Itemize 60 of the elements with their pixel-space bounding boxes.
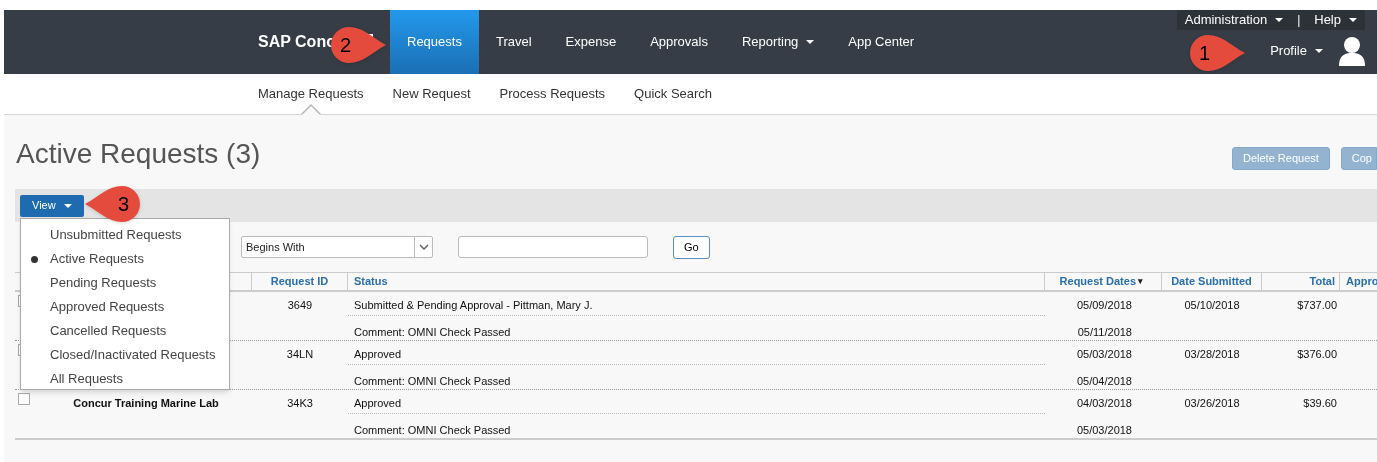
table-cell: 34LN <box>286 348 314 360</box>
table-cell: 34K3 <box>287 397 313 409</box>
table-cell: 3649 <box>287 299 313 311</box>
nav-tab[interactable]: Approvals <box>633 10 725 74</box>
menu-item[interactable]: Closed/Inactivated Requests <box>21 343 229 367</box>
page-title: Active Requests (3) <box>16 137 261 171</box>
menu-item[interactable]: Approved Requests <box>21 295 229 319</box>
profile-menu[interactable]: Profile <box>1270 41 1323 61</box>
column-header[interactable]: Total <box>1262 273 1340 290</box>
caret-icon <box>1349 18 1357 22</box>
table-cell: 05/03/2018 <box>1076 348 1132 360</box>
table-cell: 05/11/2018 <box>1077 326 1132 338</box>
checkbox[interactable] <box>18 393 30 405</box>
caret-icon <box>806 40 815 44</box>
column-header[interactable]: Request Dates ▾ <box>1045 273 1162 290</box>
table-cell: 05/09/2018 <box>1076 299 1132 311</box>
menu-item[interactable]: All Requests <box>21 367 229 391</box>
menu-item[interactable]: Pending Requests <box>21 271 229 295</box>
caret-icon <box>63 203 72 208</box>
table-cell: Approved <box>354 348 402 360</box>
nav-tab[interactable]: Travel <box>478 10 549 74</box>
search-input[interactable] <box>458 236 648 258</box>
table-cell: 03/26/2018 <box>1184 397 1240 409</box>
subnav-link[interactable]: New Request <box>392 74 471 114</box>
subnav-link[interactable]: Process Requests <box>499 74 606 114</box>
table-cell: 03/28/2018 <box>1184 348 1240 360</box>
nav-tab[interactable]: Requests <box>390 10 479 74</box>
caret-icon <box>1275 18 1284 22</box>
nav-tab[interactable]: Expense <box>548 10 634 74</box>
table-cell: 05/04/2018 <box>1076 375 1132 387</box>
menu-item[interactable]: Unsubmitted Requests <box>21 223 229 247</box>
nav-tab[interactable]: App Center <box>831 10 932 74</box>
table-cell: Submitted & Pending Approval - Pittman, Mary J. <box>354 299 593 311</box>
nav-tab[interactable]: Reporting <box>724 10 832 74</box>
table-cell: $737.00 <box>1297 299 1337 311</box>
view-button[interactable]: View <box>20 194 84 217</box>
menu-item[interactable]: Cancelled Requests <box>21 319 229 343</box>
table-cell: Approved <box>354 397 402 409</box>
operator-select[interactable]: Begins With <box>241 236 433 258</box>
table-cell: Comment: OMNI Check Passed <box>354 424 511 436</box>
utility-menu[interactable]: Administration <box>1184 10 1284 30</box>
table-cell: 04/03/2018 <box>1076 397 1132 409</box>
subnav-link[interactable]: Quick Search <box>634 74 713 114</box>
table-cell: 05/10/2018 <box>1184 299 1240 311</box>
caret-icon <box>1315 49 1323 53</box>
table-cell: Comment: OMNI Check Passed <box>354 375 511 387</box>
table-cell: Concur Training Marine Lab <box>73 397 219 409</box>
table-cell: $376.00 <box>1297 348 1337 360</box>
go-button[interactable]: Go <box>673 235 710 259</box>
table-cell: Comment: OMNI Check Passed <box>354 326 511 338</box>
table-cell: 05/03/2018 <box>1076 424 1132 436</box>
column-header[interactable]: Date Submitted <box>1162 273 1262 290</box>
column-header[interactable]: Request ID <box>252 273 348 290</box>
utility-menu[interactable]: Help <box>1314 10 1357 30</box>
table-cell: $39.60 <box>1303 397 1337 409</box>
chevron-down-icon <box>418 244 429 250</box>
separator: | <box>1297 12 1301 29</box>
user-avatar-icon[interactable] <box>1339 36 1365 66</box>
column-header[interactable]: Status <box>348 273 1045 290</box>
menu-item[interactable]: Active Requests <box>21 247 229 271</box>
